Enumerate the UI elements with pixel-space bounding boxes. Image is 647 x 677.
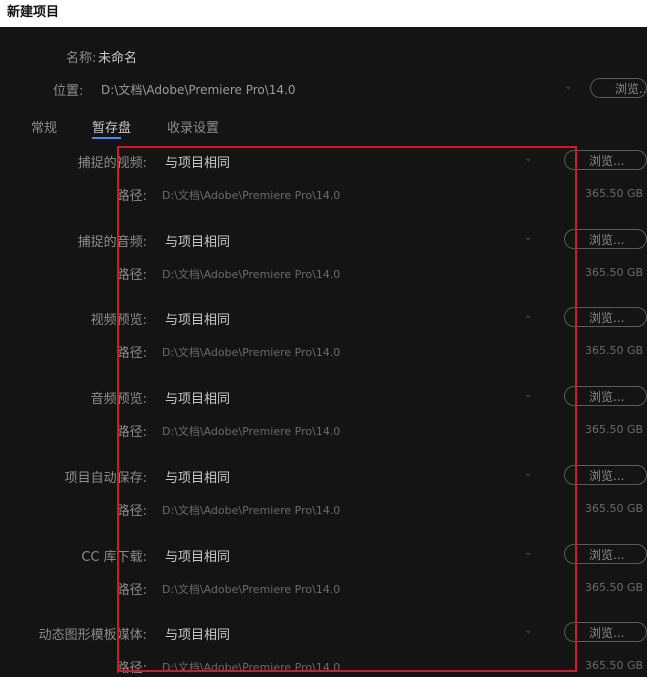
free-space-value: 365.50 GB (585, 580, 644, 594)
free-space-value: 365.50 GB (585, 659, 644, 673)
tab-general[interactable]: 常规 (31, 117, 57, 136)
name-label: 名称: (66, 51, 97, 66)
chevron-down-icon[interactable]: ⌄ (564, 81, 572, 92)
highlight-annotation-box (117, 146, 577, 672)
tab-scratch-disks[interactable]: 暂存盘 (92, 117, 131, 136)
location-browse-button[interactable]: 浏览... (590, 78, 647, 98)
free-space-value: 365.50 GB (585, 187, 644, 200)
location-path-dropdown[interactable]: D:\文档\Adobe\Premiere Pro\14.0 (101, 81, 296, 98)
name-field[interactable]: 未命名 (98, 47, 137, 66)
free-space-value: 365.50 GB (585, 423, 644, 437)
free-space-value: 365.50 GB (585, 265, 644, 279)
window-title: 新建项目 (0, 0, 647, 27)
free-space-value: 365.50 GB (585, 344, 644, 358)
active-tab-indicator (92, 137, 121, 139)
tab-ingest-settings[interactable]: 收录设置 (167, 117, 219, 136)
free-space-value: 365.50 GB (585, 501, 644, 515)
location-label: 位置: (53, 84, 84, 99)
